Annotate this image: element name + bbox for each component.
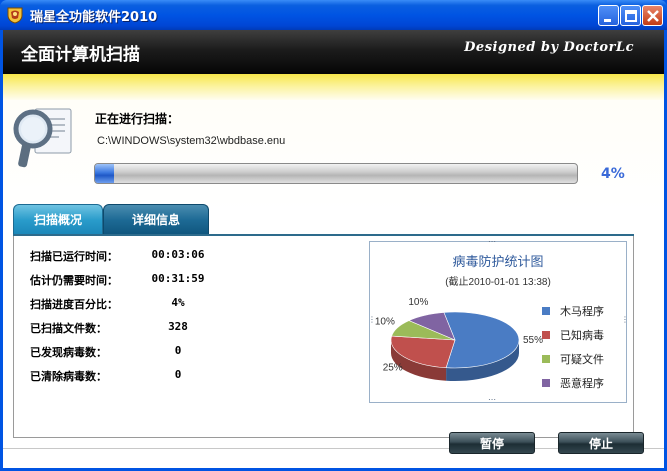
viruses-found-value: 0 bbox=[174, 344, 182, 357]
client-area: 全面计算机扫描 Designed by DoctorLc 正在进行扫描： C:\… bbox=[3, 30, 664, 468]
scanning-label: 正在进行扫描： bbox=[95, 112, 180, 126]
viruses-cleaned-label: 已清除病毒数： bbox=[30, 370, 107, 383]
pie-chart-svg: 病毒防护统计图 (截止2010-01-01 13:38) 55% 25% 10% 10… bbox=[375, 254, 604, 390]
chart-subtitle: (截止2010-01-01 13:38) bbox=[445, 275, 551, 288]
progress-percent-value: 4% bbox=[171, 296, 185, 309]
header-banner: 全面计算机扫描 Designed by DoctorLc bbox=[3, 30, 664, 74]
magnifier-scan-icon bbox=[13, 108, 72, 168]
pie-data-label: 25% bbox=[383, 362, 403, 373]
stop-button[interactable]: 停止 bbox=[558, 432, 644, 454]
main-content: 正在进行扫描： C:\WINDOWS\system32\wbdbase.enu … bbox=[3, 100, 664, 468]
main-window: 瑞星全功能软件2010 全面计算机扫描 Designed by DoctorLc bbox=[0, 0, 667, 471]
elapsed-time-value: 00:03:06 bbox=[151, 248, 205, 261]
designer-credit: Designed by DoctorLc bbox=[464, 40, 634, 55]
minimize-button[interactable] bbox=[598, 5, 619, 26]
maximize-icon bbox=[625, 10, 637, 22]
tab-scan-overview[interactable]: 扫描概况 bbox=[13, 204, 103, 235]
legend-label: 已知病毒 bbox=[560, 328, 604, 342]
remaining-time-label: 估计仍需要时间： bbox=[30, 274, 118, 287]
progress-percent-label: 扫描进度百分比： bbox=[30, 298, 118, 311]
rising-lion-icon bbox=[7, 7, 23, 24]
window-title: 瑞星全功能软件2010 bbox=[30, 10, 158, 25]
pause-button[interactable]: 暂停 bbox=[449, 432, 535, 454]
resize-handle-right: ⋮ bbox=[621, 315, 629, 324]
minimize-icon bbox=[604, 19, 611, 22]
chart-title: 病毒防护统计图 bbox=[452, 254, 543, 270]
legend-swatch bbox=[542, 331, 550, 339]
progress-percent: 4% bbox=[601, 166, 625, 182]
legend-swatch bbox=[542, 307, 550, 315]
maximize-button[interactable] bbox=[620, 5, 641, 26]
virus-stats-chart: ⋯ ⋯ ⋮ ⋮ 病毒防护统计图 (截止2010-01-01 13:38) 55%… bbox=[368, 237, 629, 404]
legend-swatch bbox=[542, 379, 550, 387]
legend-label: 可疑文件 bbox=[560, 352, 604, 366]
resize-handle-left: ⋮ bbox=[368, 315, 376, 324]
remaining-time-value: 00:31:59 bbox=[151, 272, 205, 285]
resize-handle-top: ⋯ bbox=[488, 237, 496, 246]
accent-band bbox=[3, 74, 664, 100]
legend-label: 木马程序 bbox=[560, 304, 604, 318]
elapsed-time-label: 扫描已运行时间： bbox=[30, 250, 118, 263]
close-button[interactable] bbox=[642, 5, 663, 26]
title-bar[interactable]: 瑞星全功能软件2010 bbox=[0, 0, 667, 30]
tab-details[interactable]: 详细信息 bbox=[103, 204, 209, 235]
resize-handle-bottom: ⋯ bbox=[488, 395, 496, 404]
files-scanned-label: 已扫描文件数： bbox=[30, 322, 107, 335]
current-file-path: C:\WINDOWS\system32\wbdbase.enu bbox=[97, 135, 286, 147]
viruses-found-label: 已发现病毒数： bbox=[30, 346, 107, 359]
viruses-cleaned-value: 0 bbox=[174, 368, 182, 381]
legend-label: 恶意程序 bbox=[560, 376, 604, 390]
overview-panel: 扫描已运行时间： 00:03:06 估计仍需要时间： 00:31:59 扫描进度… bbox=[13, 236, 634, 438]
scan-progress-fill bbox=[95, 164, 115, 183]
scan-progress-bar bbox=[94, 163, 578, 184]
files-scanned-value: 328 bbox=[168, 320, 188, 333]
legend-swatch bbox=[542, 355, 550, 363]
pie-data-label: 10% bbox=[375, 317, 395, 328]
close-icon bbox=[647, 10, 659, 22]
pie-data-label: 10% bbox=[408, 297, 428, 308]
pie-data-label: 55% bbox=[523, 335, 543, 346]
page-title: 全面计算机扫描 bbox=[21, 45, 140, 65]
